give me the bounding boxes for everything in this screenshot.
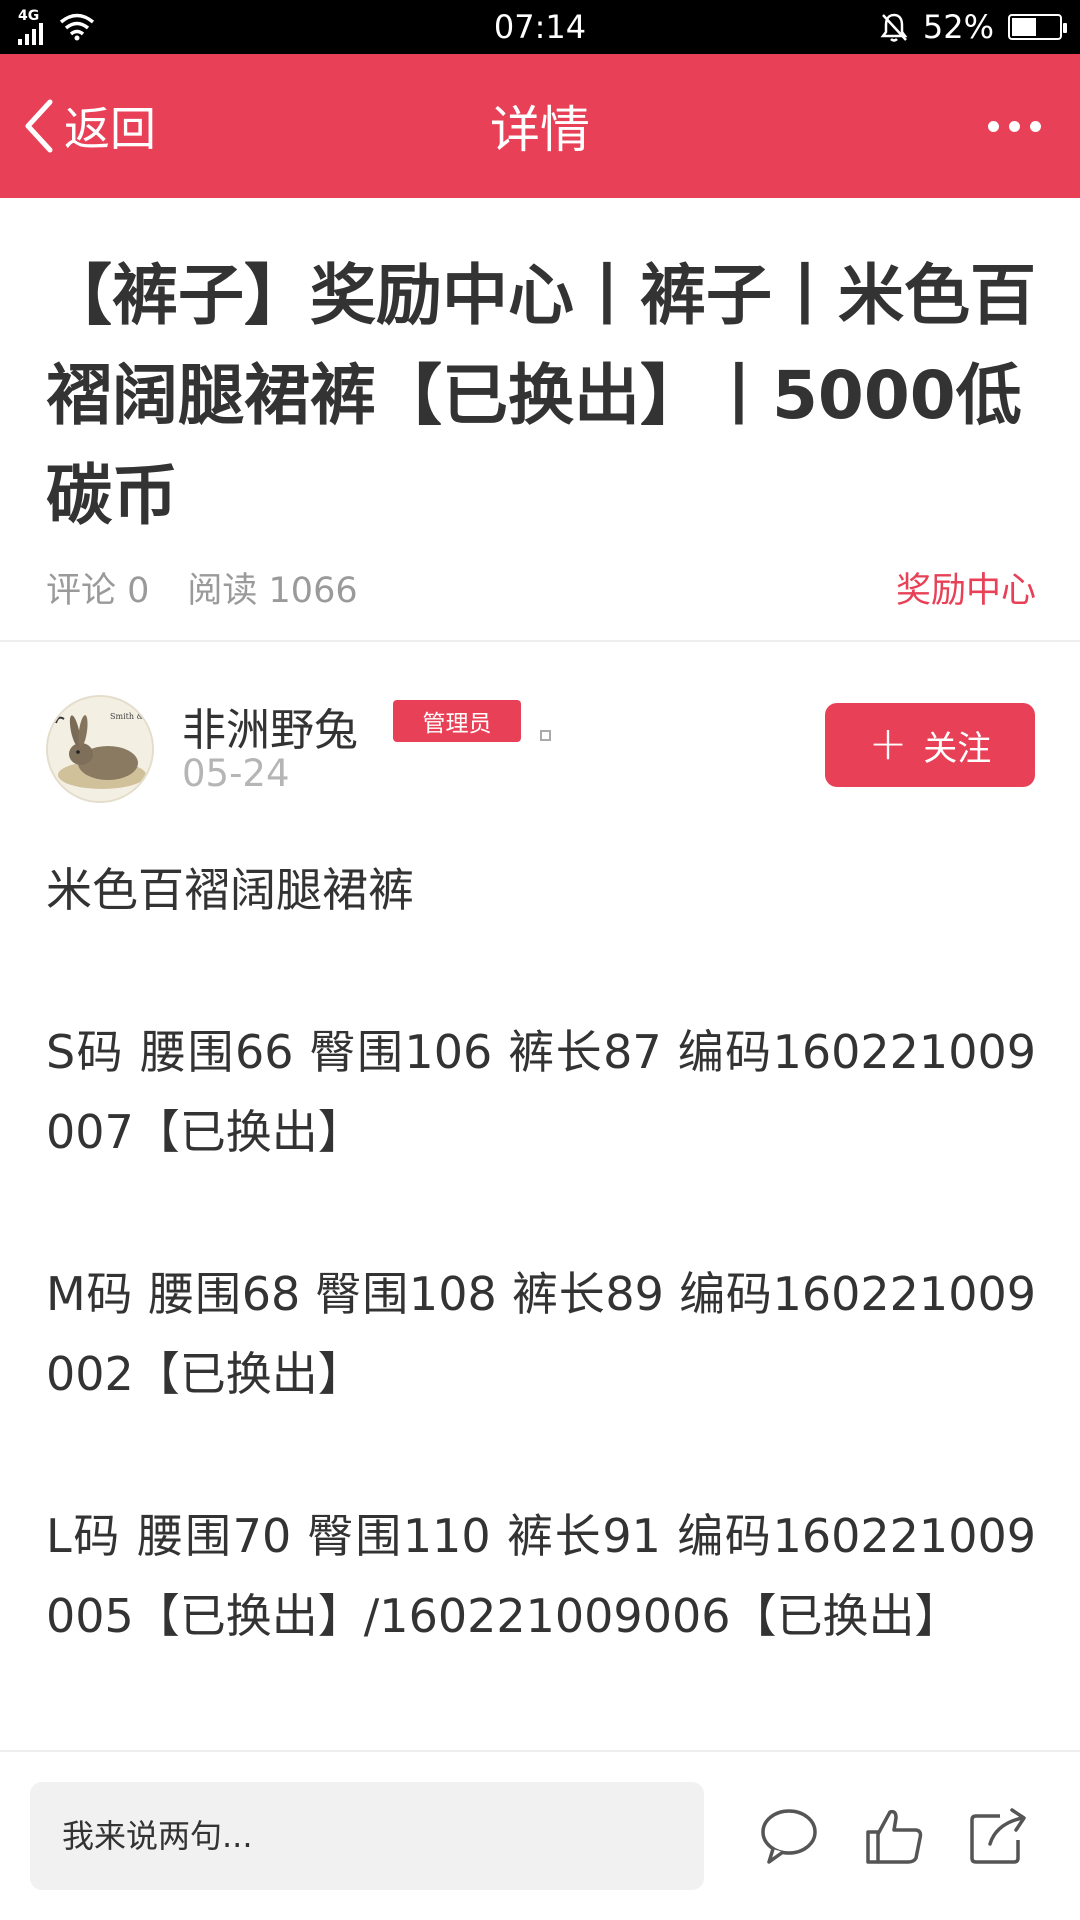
post-date: 05-24 [182, 752, 290, 795]
signal-icon [18, 23, 43, 45]
page-title: 详情 [490, 101, 590, 159]
status-bar: 4G 07:14 52% [0, 0, 1080, 54]
more-dots-icon [987, 120, 999, 132]
app-header: 返回 详情 [0, 54, 1080, 198]
battery-percent: 52% [922, 8, 994, 46]
status-left: 4G [18, 9, 95, 45]
bell-muted-icon [880, 13, 908, 42]
follow-label: 关注 [923, 728, 992, 769]
category-link[interactable]: 奖励中心 [896, 562, 1036, 613]
comment-input[interactable] [30, 1782, 704, 1890]
svg-text:Smith &: Smith & [110, 712, 144, 721]
divider [0, 640, 1080, 642]
article-content: 米色百褶阔腿裙裤 S码 腰围66 臀围106 裤长87 编码1602210090… [46, 850, 1036, 1738]
admin-badge: 管理员 [393, 700, 521, 742]
content-paragraph: L码 腰围70 臀围110 裤长91 编码160221009005【已换出】/1… [46, 1509, 1036, 1643]
comment-count: 评论 0 [46, 571, 150, 611]
signal-indicator: 4G [18, 9, 43, 45]
read-count: 阅读 1066 [187, 571, 358, 611]
article-title: 【裤子】奖励中心丨裤子丨米色百褶阔腿裙裤【已换出】丨5000低碳币 [46, 257, 1036, 534]
network-type: 4G [18, 8, 40, 24]
rabbit-avatar-image: Smith & [48, 697, 152, 801]
content-paragraph: S码 腰围66 臀围106 裤长87 编码160221009007【已换出】 [46, 1025, 1036, 1159]
bottom-action-bar [0, 1750, 1080, 1920]
wifi-icon [59, 13, 95, 41]
comment-icon[interactable] [757, 1804, 821, 1868]
share-icon[interactable] [966, 1804, 1030, 1868]
status-square-icon [540, 730, 551, 741]
like-icon[interactable] [862, 1804, 926, 1868]
battery-fill [1012, 18, 1036, 36]
battery-icon [1008, 14, 1067, 40]
author-name[interactable]: 非洲野兔 [182, 694, 358, 758]
back-label: 返回 [64, 102, 156, 156]
article-meta: 评论 0 阅读 1066 奖励中心 [46, 562, 1036, 613]
plus-icon: + [868, 716, 908, 770]
content-paragraph: M码 腰围68 臀围108 裤长89 编码160221009002【已换出】 [46, 1267, 1036, 1401]
chevron-left-icon [25, 99, 53, 153]
more-options-button[interactable] [970, 96, 1058, 156]
follow-button[interactable]: + 关注 [825, 703, 1035, 787]
content-paragraph: 米色百褶阔腿裙裤 [46, 863, 414, 917]
avatar[interactable]: Smith & [46, 695, 154, 803]
status-right: 52% [879, 8, 1067, 46]
back-button[interactable]: 返回 [22, 93, 156, 159]
